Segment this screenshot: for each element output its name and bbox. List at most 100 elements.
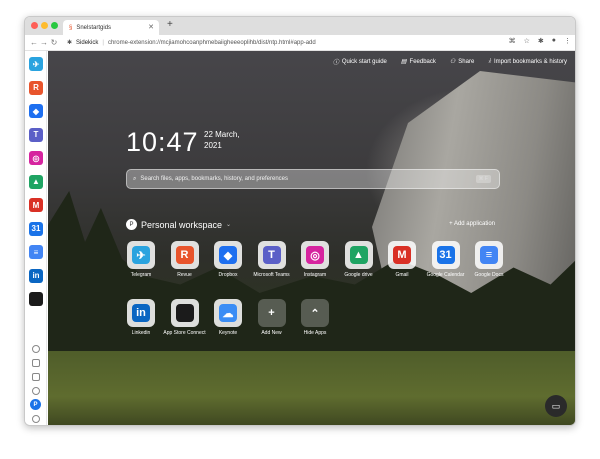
sidebar-app-icon[interactable]: ◎ <box>29 151 43 165</box>
app-label: Microsoft Teams <box>253 272 290 278</box>
date-year: 2021 <box>204 141 222 150</box>
app-tile[interactable]: ≡ Google Docs <box>467 241 511 278</box>
sidebar-app-icon[interactable]: ≡ <box>29 245 43 259</box>
sidebar-app-icon[interactable]: in <box>29 268 43 283</box>
app-symbol-icon: R <box>175 246 194 264</box>
import-icon: ⤓ <box>488 58 491 64</box>
translate-icon[interactable]: ⌘ <box>509 37 516 45</box>
app-symbol-icon: ☁ <box>219 304 237 322</box>
minimize-window-button[interactable] <box>41 22 48 29</box>
app-icon: ≡ <box>475 241 503 269</box>
url-field[interactable]: ✱ Sidekick | chrome-extension://mcjiamoh… <box>67 39 316 47</box>
sidebar-app-icon[interactable]: R <box>29 80 43 95</box>
menu-icon[interactable]: ⋮ <box>564 37 571 45</box>
app-tile[interactable]: ☁ Keynote <box>206 299 250 336</box>
app-label: Dropbox <box>218 272 238 278</box>
sidebar-app-icon[interactable]: 31 <box>29 221 43 236</box>
app-tile[interactable]: in Linkedin <box>119 299 163 336</box>
app-tile[interactable]: ▲ Google drive <box>337 241 381 278</box>
address-bar: ← → ↻ ✱ Sidekick | chrome-extension://mc… <box>25 35 575 51</box>
app-label: App Store Connect <box>163 330 206 336</box>
new-tab-button[interactable]: + <box>167 19 173 30</box>
sidebar-app-icon[interactable]: T <box>29 127 43 142</box>
bookmark-star-icon[interactable]: ☆ <box>524 37 530 45</box>
tab-bar: § Snelstartgids ✕ + <box>25 17 575 35</box>
app-tile[interactable]: ◆ Dropbox <box>206 241 250 278</box>
app-symbol-icon: ▲ <box>349 246 368 264</box>
sidebar-app-icon[interactable]: ◆ <box>29 104 43 118</box>
app-symbol-icon: ≡ <box>480 246 498 264</box>
url-path: chrome-extension://mcjiamohcoanphmebaiig… <box>107 39 316 46</box>
app-icon: R <box>170 241 199 269</box>
app-tile[interactable]: R Revue <box>163 241 207 278</box>
app-symbol-icon: in <box>132 304 150 322</box>
wallpaper-meadow <box>48 351 575 425</box>
app-tile[interactable]: + Add New <box>250 299 294 336</box>
settings-icon[interactable] <box>32 415 40 423</box>
app-label: Google Calendar <box>426 272 465 278</box>
search-placeholder: Search files, apps, bookmarks, history, … <box>140 176 289 182</box>
quick-start-guide-link[interactable]: ⓘ Quick start guide <box>333 57 387 67</box>
new-tab-page: ⓘ Quick start guide ▤ Feedback ⚇ Share ⤓ Imp… <box>48 51 575 425</box>
app-symbol-icon: ✈ <box>132 246 150 264</box>
app-icon: ✈ <box>127 241 155 269</box>
toolbar-icons: ⌘ ☆ ✱ ● ⋮ <box>509 37 571 45</box>
app-icon: ⌃ <box>301 299 329 327</box>
workspace-header[interactable]: P Personal workspace ⌄ <box>126 219 231 230</box>
app-label: Telegram <box>130 272 152 278</box>
close-window-button[interactable] <box>31 22 38 29</box>
profile-avatar[interactable]: P <box>30 399 41 410</box>
extensions-icon[interactable]: ✱ <box>538 37 544 45</box>
clock-time: 10:47 <box>126 127 199 157</box>
app-tile[interactable]: M Gmail <box>380 241 424 278</box>
share-link[interactable]: ⚇ Share <box>450 57 474 66</box>
import-bookmarks-link[interactable]: ⤓ Import bookmarks & history <box>488 57 567 66</box>
feedback-icon: ▤ <box>400 59 407 65</box>
share-icon: ⚇ <box>449 59 456 65</box>
zoom-window-button[interactable] <box>51 22 58 29</box>
search-input[interactable]: ⌕ Search files, apps, bookmarks, history… <box>126 169 500 189</box>
search-shortcut: ⌘ F <box>475 175 491 183</box>
tab-snelstartgids[interactable]: § Snelstartgids ✕ <box>63 20 159 35</box>
close-tab-icon[interactable]: ✕ <box>148 23 154 31</box>
workspace-title: Personal workspace <box>141 219 223 230</box>
chevron-down-icon[interactable]: ⌄ <box>226 221 231 228</box>
app-tile[interactable]: ✈ Telegram <box>119 241 163 278</box>
app-tile[interactable]: ⌃ Hide Apps <box>293 299 337 336</box>
browser-window: § Snelstartgids ✕ + ← → ↻ ✱ Sidekick | c… <box>24 16 576 426</box>
notifications-icon[interactable] <box>32 345 40 353</box>
search-icon: ⌕ <box>133 175 137 182</box>
app-icon: ◆ <box>214 241 242 269</box>
app-symbol-icon: ⌃ <box>310 307 320 320</box>
app-icon <box>170 299 199 327</box>
app-tile[interactable]: App Store Connect <box>163 299 207 336</box>
app-symbol-icon: T <box>262 246 281 264</box>
history-icon[interactable] <box>32 387 40 395</box>
sidebar-app-icon[interactable]: ✈ <box>29 57 43 71</box>
sidebar-app-icon[interactable] <box>29 292 43 306</box>
sidebar-app-icon[interactable]: M <box>29 198 43 212</box>
app-icon: T <box>257 241 286 269</box>
reload-icon[interactable]: ↻ <box>49 38 59 47</box>
forward-icon[interactable]: → <box>39 38 49 47</box>
app-tile[interactable]: 31 Google Calendar <box>424 241 468 278</box>
header-links: ⓘ Quick start guide ▤ Feedback ⚇ Share ⤓ Imp… <box>333 57 567 66</box>
feedback-link[interactable]: ▤ Feedback <box>401 57 436 66</box>
profile-icon[interactable]: ● <box>552 37 556 45</box>
app-label: Google drive <box>344 272 373 278</box>
app-label: Revue <box>177 272 192 278</box>
updates-icon[interactable] <box>32 359 40 367</box>
add-application-button[interactable]: + Add application <box>449 221 495 227</box>
app-symbol-icon: ◆ <box>219 246 237 264</box>
chat-support-button[interactable]: ▭ <box>545 395 567 417</box>
back-icon[interactable]: ← <box>29 38 39 47</box>
app-tile[interactable]: T Microsoft Teams <box>250 241 294 278</box>
url-site-label: Sidekick <box>76 39 99 46</box>
app-tile[interactable]: ◎ Instagram <box>293 241 337 278</box>
app-label: Google Docs <box>474 272 504 278</box>
notes-icon[interactable] <box>32 373 40 381</box>
app-label: Keynote <box>218 330 238 336</box>
chat-icon: ▭ <box>551 400 561 411</box>
sidebar-app-icon[interactable]: ▲ <box>29 174 43 189</box>
app-label: Gmail <box>395 272 409 278</box>
